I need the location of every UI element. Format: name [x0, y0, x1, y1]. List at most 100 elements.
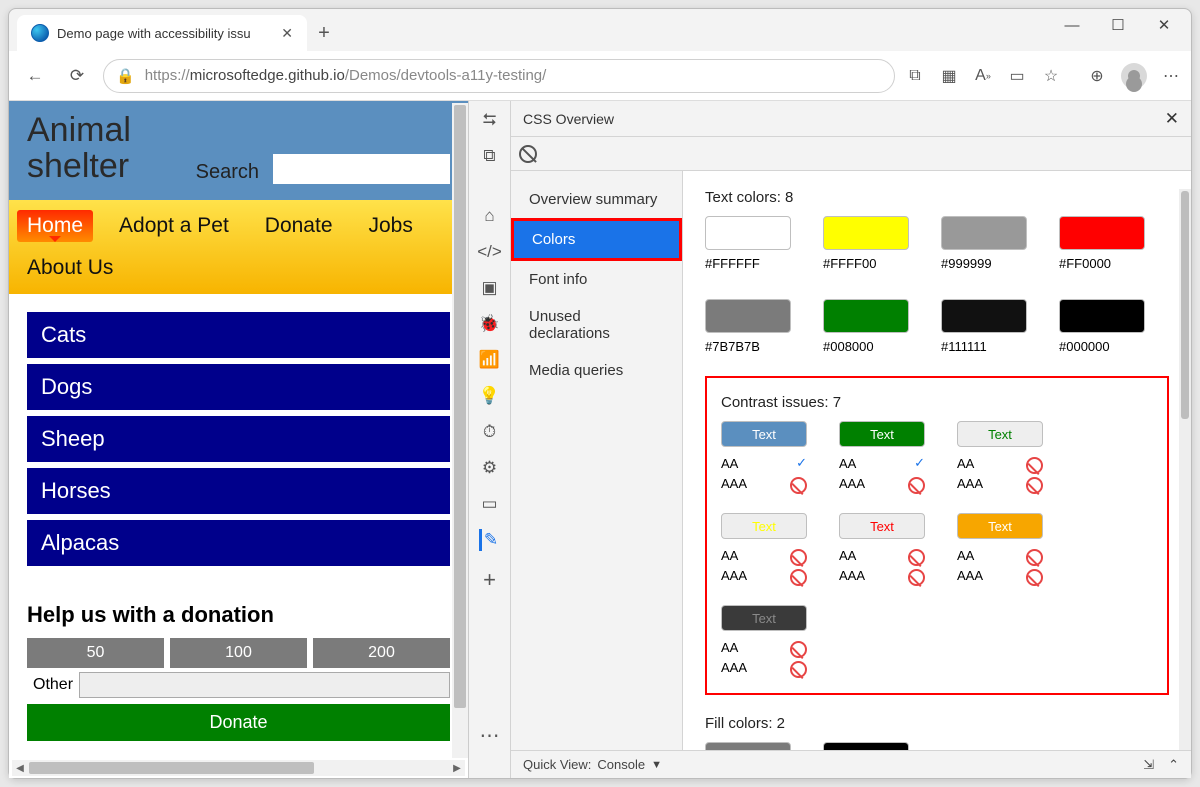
collapse-icon[interactable]: ⌃ — [1168, 757, 1179, 773]
page-header: Animal shelter Search — [9, 101, 468, 200]
console-icon[interactable]: ▣ — [479, 277, 501, 299]
edge-icon — [31, 24, 49, 42]
elements-icon[interactable]: </> — [479, 241, 501, 263]
css-overview-nav: Overview summaryColorsFont infoUnused de… — [511, 171, 683, 778]
contrast-sample[interactable]: Text — [721, 421, 807, 447]
page-hscroll[interactable]: ◀▶ — [12, 760, 465, 776]
color-hex: #FFFF00 — [823, 256, 909, 271]
favorite-icon[interactable]: ☆ — [1041, 66, 1061, 86]
animal-item[interactable]: Cats — [27, 312, 450, 358]
amount-option[interactable]: 200 — [313, 638, 450, 668]
network-icon[interactable]: 📶 — [479, 349, 501, 371]
more-icon[interactable]: ⋯ — [1161, 66, 1181, 86]
inspect-icon[interactable]: ⮀ — [479, 109, 501, 131]
search-label: Search — [196, 161, 259, 184]
qr-icon[interactable]: ▦ — [939, 66, 959, 86]
refresh-button[interactable]: ⟳ — [61, 60, 93, 92]
css-overview-nav-item[interactable]: Colors — [511, 218, 682, 261]
device-toggle-icon[interactable]: ⧉ — [479, 145, 501, 167]
animal-item[interactable]: Horses — [27, 468, 450, 514]
maximize-button[interactable]: ☐ — [1095, 9, 1141, 41]
lighthouse-icon[interactable]: 💡 — [479, 385, 501, 407]
css-overview-nav-item[interactable]: Overview summary — [511, 181, 682, 218]
contrast-heading: Contrast issues: 7 — [721, 394, 1153, 411]
search-input[interactable] — [273, 154, 450, 184]
fill-colors-heading: Fill colors: 2 — [705, 715, 1169, 732]
welcome-icon[interactable]: ⌂ — [479, 205, 501, 227]
performance-icon[interactable]: ⏱ — [479, 421, 501, 443]
menu-item-jobs[interactable]: Jobs — [359, 210, 423, 242]
new-tab-button[interactable]: + — [307, 22, 341, 45]
close-button[interactable]: ✕ — [1141, 9, 1187, 41]
amount-option[interactable]: 100 — [170, 638, 307, 668]
color-swatch[interactable] — [823, 216, 909, 250]
minimize-button[interactable]: — — [1049, 9, 1095, 41]
other-label: Other — [27, 672, 79, 698]
color-hex: #FFFFFF — [705, 256, 791, 271]
color-hex: #000000 — [1059, 339, 1145, 354]
devtools-vscroll[interactable] — [1179, 189, 1191, 760]
other-amount-input[interactable] — [79, 672, 450, 698]
color-swatch[interactable] — [705, 216, 791, 250]
read-aloud-icon[interactable]: A» — [973, 66, 993, 86]
dock-icon[interactable]: ⇲ — [1143, 757, 1154, 773]
back-button[interactable]: ← — [19, 60, 51, 92]
add-tool-icon[interactable]: + — [479, 569, 501, 591]
contrast-sample[interactable]: Text — [721, 513, 807, 539]
color-swatch[interactable] — [941, 216, 1027, 250]
page-vscroll[interactable] — [452, 103, 468, 758]
text-colors-heading: Text colors: 8 — [705, 189, 1169, 206]
tab-title: Demo page with accessibility issu — [57, 26, 273, 41]
window-titlebar: Demo page with accessibility issu ✕ + — … — [9, 9, 1191, 51]
color-hex: #7B7B7B — [705, 339, 791, 354]
lock-icon: 🔒 — [116, 67, 135, 85]
collections-icon[interactable]: ⊕ — [1087, 66, 1107, 86]
contrast-sample[interactable]: Text — [957, 421, 1043, 447]
profile-avatar[interactable] — [1121, 63, 1147, 89]
css-overview-icon[interactable]: ✎ — [479, 529, 501, 551]
quick-view-bar[interactable]: Quick View: Console ▼ ⇲ ⌃ — [511, 750, 1191, 778]
css-overview-nav-item[interactable]: Font info — [511, 261, 682, 298]
css-overview-nav-item[interactable]: Media queries — [511, 352, 682, 389]
color-hex: #008000 — [823, 339, 909, 354]
contrast-sample[interactable]: Text — [839, 513, 925, 539]
menu-item-adopt-a-pet[interactable]: Adopt a Pet — [109, 210, 239, 242]
color-swatch[interactable] — [1059, 299, 1145, 333]
color-swatch[interactable] — [705, 299, 791, 333]
device-icon[interactable]: ⧉ — [905, 66, 925, 86]
color-hex: #111111 — [941, 339, 1027, 354]
css-overview-nav-item[interactable]: Unused declarations — [511, 298, 682, 352]
memory-icon[interactable]: ⚙ — [479, 457, 501, 479]
color-swatch[interactable] — [941, 299, 1027, 333]
menu-item-home[interactable]: Home — [17, 210, 93, 242]
animal-list: Cats Dogs Sheep Horses Alpacas — [9, 294, 468, 590]
address-bar-row: ← ⟳ 🔒 https://microsoftedge.github.io/De… — [9, 51, 1191, 101]
reader-icon[interactable]: ▭ — [1007, 66, 1027, 86]
tab-close-icon[interactable]: ✕ — [281, 25, 293, 42]
clear-overview-icon[interactable] — [519, 145, 537, 163]
animal-item[interactable]: Dogs — [27, 364, 450, 410]
contrast-sample[interactable]: Text — [721, 605, 807, 631]
contrast-sample[interactable]: Text — [839, 421, 925, 447]
rail-more-icon[interactable]: ⋯ — [480, 723, 500, 748]
url-box[interactable]: 🔒 https://microsoftedge.github.io/Demos/… — [103, 59, 895, 93]
donate-button[interactable]: Donate — [27, 704, 450, 741]
color-hex: #FF0000 — [1059, 256, 1145, 271]
issues-icon[interactable]: 🐞 — [479, 313, 501, 335]
contrast-sample[interactable]: Text — [957, 513, 1043, 539]
color-swatch[interactable] — [823, 299, 909, 333]
chevron-down-icon: ▼ — [651, 759, 662, 771]
menu-item-about-us[interactable]: About Us — [17, 252, 123, 284]
color-hex: #999999 — [941, 256, 1027, 271]
menu-item-donate[interactable]: Donate — [255, 210, 343, 242]
animal-item[interactable]: Alpacas — [27, 520, 450, 566]
devtools-close-icon[interactable]: ✕ — [1165, 109, 1179, 129]
amount-option[interactable]: 50 — [27, 638, 164, 668]
color-swatch[interactable] — [1059, 216, 1145, 250]
devtools-title: CSS Overview ✕ — [511, 101, 1191, 137]
site-title: Animal shelter — [27, 113, 184, 184]
animal-item[interactable]: Sheep — [27, 416, 450, 462]
application-icon[interactable]: ▭ — [479, 493, 501, 515]
browser-tab[interactable]: Demo page with accessibility issu ✕ — [17, 15, 307, 51]
devtools-rail: ⮀ ⧉ ⌂ </> ▣ 🐞 📶 💡 ⏱ ⚙ ▭ ✎ + ⋯ — [469, 101, 511, 778]
